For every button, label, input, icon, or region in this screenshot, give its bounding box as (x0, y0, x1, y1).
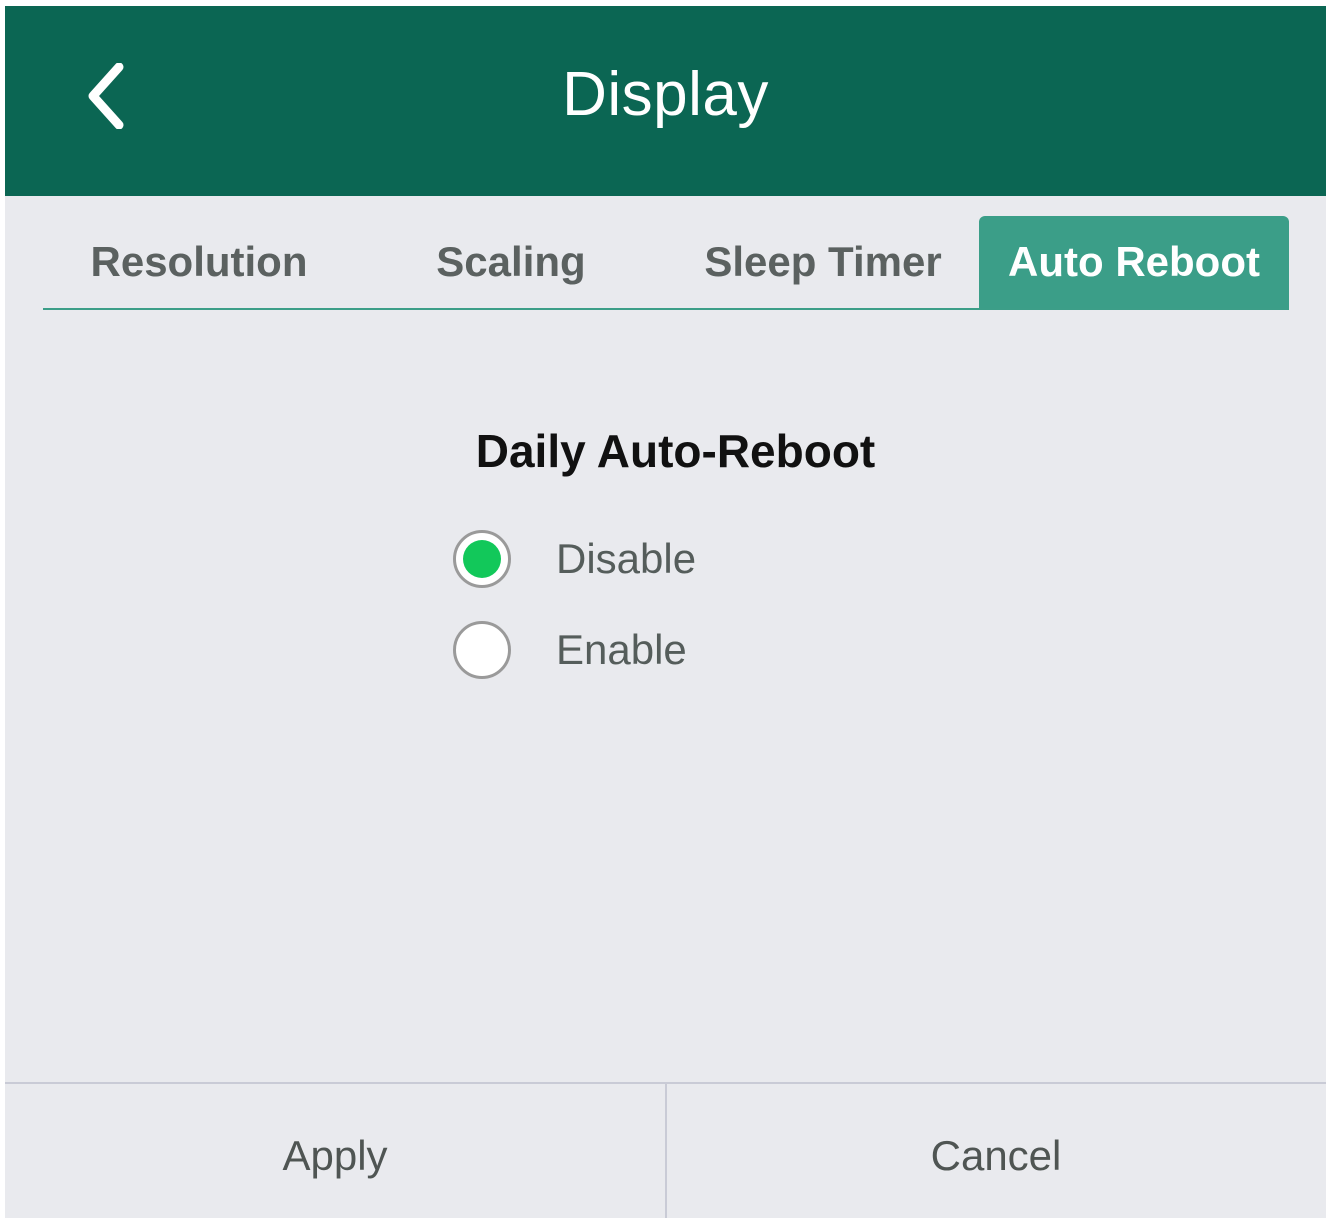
action-bar: Apply Cancel (5, 1082, 1326, 1218)
radio-option-enable[interactable]: Enable (453, 618, 687, 682)
radio-option-disable[interactable]: Disable (453, 527, 696, 591)
radio-button-disable[interactable] (453, 530, 511, 588)
page-title: Display (562, 60, 769, 129)
radio-label-enable: Enable (556, 626, 687, 673)
back-button[interactable] (65, 51, 145, 141)
tab-scaling[interactable]: Scaling (355, 216, 667, 308)
tab-sleep-timer[interactable]: Sleep Timer (667, 216, 979, 308)
radio-label-disable: Disable (556, 535, 697, 582)
display-settings-screen: Display Resolution Scaling Sleep Timer A… (5, 6, 1326, 1218)
radio-button-enable[interactable] (453, 621, 511, 679)
tab-bar: Resolution Scaling Sleep Timer Auto Rebo… (43, 216, 1289, 310)
cancel-button[interactable]: Cancel (666, 1084, 1326, 1218)
radio-checked-dot (463, 540, 501, 578)
tab-auto-reboot[interactable]: Auto Reboot (979, 216, 1289, 308)
apply-button[interactable]: Apply (5, 1084, 665, 1218)
tab-resolution[interactable]: Resolution (43, 216, 355, 308)
header-bar: Display (5, 6, 1326, 196)
section-title: Daily Auto-Reboot (475, 425, 876, 477)
chevron-left-icon (85, 63, 125, 129)
